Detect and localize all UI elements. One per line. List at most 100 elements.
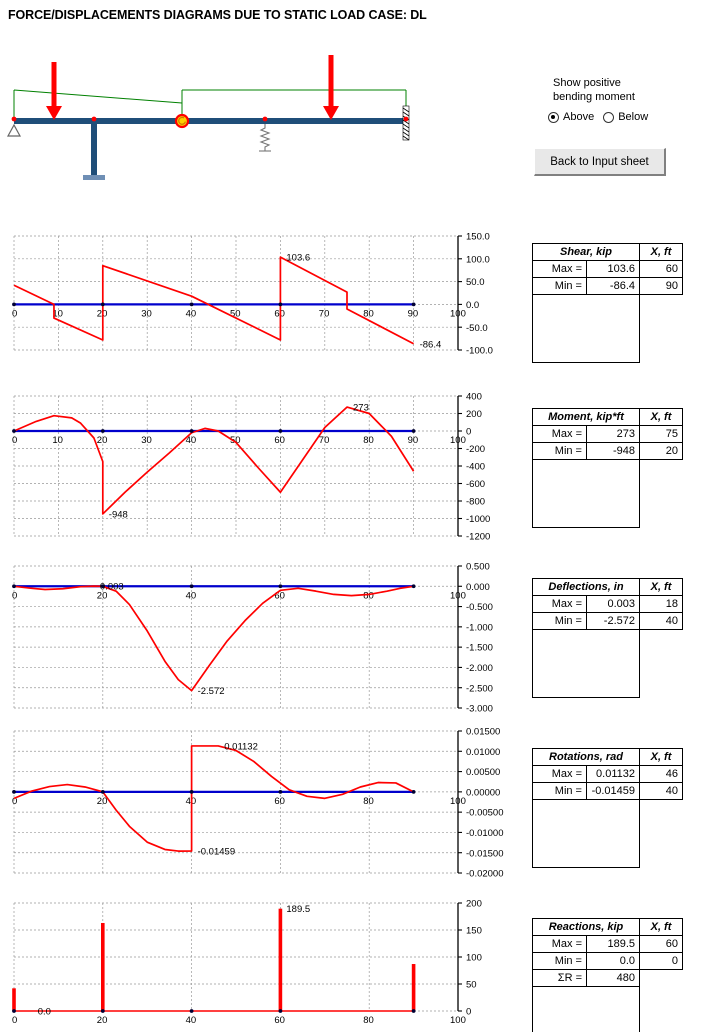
chart-shear: 150.0 100.0 50.0 0.0 -50.0 -100.0 0 10 20 30 40 50 6… (0, 228, 520, 376)
bending-moment-direction-radio-group[interactable]: Above Below (548, 111, 648, 123)
y-tick-label: -600 (466, 479, 485, 490)
value-annotation: 0.01132 (224, 741, 258, 752)
node-marker (278, 584, 283, 589)
table-header-row: Shear, kip X, ft (532, 243, 683, 261)
node-marker (12, 584, 16, 589)
table-filler-row (532, 799, 683, 817)
x-tick-label: 100 (450, 435, 466, 446)
y-tick-label: 0 (466, 1007, 471, 1018)
table-header-title: Rotations, rad (532, 748, 640, 766)
filler-cell (586, 833, 640, 851)
table-rotations: Rotations, rad X, ft Max = 0.01132 46 Min = -0… (532, 748, 683, 868)
beam-model-svg (6, 55, 410, 180)
row-label: Max = (532, 260, 587, 278)
y-tick-label: 0.01500 (466, 727, 500, 738)
page-title: FORCE/DISPLACEMENTS DIAGRAMS DUE TO STAT… (8, 8, 427, 22)
filler-cell (532, 1020, 587, 1032)
y-tick-label: -0.01500 (466, 848, 504, 859)
row-x: 46 (639, 765, 683, 783)
chart-deflections: 0.500 0.000 -0.500 -1.000 -1.500 -2.000 -2.500… (0, 558, 520, 716)
y-tick-label: -0.01000 (466, 828, 504, 839)
row-x: 60 (639, 935, 683, 953)
table-row: ΣR = 480 (532, 969, 683, 987)
rotations-result-table: Rotations, rad X, ft Max = 0.01132 46 Min = -0… (532, 748, 683, 868)
radio-above-label: Above (563, 111, 595, 123)
filler-cell (640, 681, 683, 698)
radio-above[interactable]: Above (548, 111, 594, 123)
table-moment: Moment, kip*ft X, ft Max = 273 75 Min = -948 20 (532, 408, 683, 528)
x-tick-label: 20 (97, 796, 108, 807)
filler-cell (532, 328, 587, 346)
filler-cell (586, 311, 640, 329)
value-annotation: -86.4 (420, 339, 442, 350)
pin-support-icon (6, 123, 22, 137)
row-label: Min = (532, 782, 587, 800)
table-header-x: X, ft (639, 578, 683, 596)
radio-below[interactable]: Below (603, 111, 648, 123)
row-value: 189.5 (586, 935, 640, 953)
reactions-result-table: Reactions, kip X, ft Max = 189.5 60 Min = 0.0 0… (532, 918, 683, 1032)
x-tick-label: 90 (408, 435, 419, 446)
x-tick-label: 70 (319, 308, 330, 319)
x-tick-label: 60 (274, 796, 285, 807)
row-value: 480 (586, 969, 640, 987)
table-row: Max = 0.003 18 (532, 595, 683, 613)
row-label: Min = (532, 277, 587, 295)
x-tick-label: 60 (274, 590, 285, 601)
node-marker (100, 302, 105, 307)
y-tick-label: 100.0 (466, 254, 490, 265)
value-annotation: -2.572 (198, 686, 225, 697)
x-tick-label: 0 (12, 308, 17, 319)
filler-cell (532, 476, 587, 494)
y-tick-label: 50 (466, 980, 477, 991)
x-tick-label: 80 (363, 435, 374, 446)
reaction-bar (411, 964, 416, 1011)
table-header-title: Moment, kip*ft (532, 408, 640, 426)
table-filler-row (532, 680, 683, 698)
x-tick-label: 40 (186, 1015, 197, 1026)
reaction-bar (12, 988, 16, 1011)
node-marker (189, 789, 194, 794)
fixed-support-icon (402, 105, 410, 141)
row-x: 40 (639, 782, 683, 800)
x-tick-label: 30 (141, 308, 152, 319)
back-to-input-sheet-button[interactable]: Back to Input sheet (534, 148, 666, 176)
filler-cell (586, 476, 640, 494)
row-value: -2.572 (586, 612, 640, 630)
x-tick-label: 0 (12, 435, 17, 446)
moment-result-table: Moment, kip*ft X, ft Max = 273 75 Min = -948 20 (532, 408, 683, 528)
value-annotation: 189.5 (286, 904, 310, 915)
table-row: Max = 103.6 60 (532, 260, 683, 278)
chart-rotations: 0.01500 0.01000 0.00500 0.00000 -0.00500 -0.0… (0, 723, 520, 883)
row-label: Max = (532, 425, 587, 443)
y-tick-label: 0.00500 (466, 767, 500, 778)
radio-unselected-icon[interactable] (603, 111, 615, 123)
filler-cell (586, 493, 640, 511)
y-tick-label: 0.00000 (466, 787, 500, 798)
node-marker (189, 302, 194, 307)
row-x: 60 (639, 260, 683, 278)
row-label: Max = (532, 595, 587, 613)
table-filler-row (532, 510, 683, 528)
value-annotation: 273 (353, 403, 369, 414)
y-tick-label: 200 (466, 899, 482, 910)
value-annotation: 0.0 (38, 1007, 51, 1018)
beam-member (14, 118, 406, 124)
table-filler-row (532, 816, 683, 834)
row-label: ΣR = (532, 969, 587, 987)
table-shear: Shear, kip X, ft Max = 103.6 60 Min = -86.4 90 (532, 243, 683, 363)
node-marker (411, 429, 416, 433)
y-tick-label: -3.000 (466, 704, 493, 715)
x-tick-label: 30 (141, 435, 152, 446)
radio-selected-icon[interactable] (548, 111, 559, 123)
row-x: 20 (639, 442, 683, 460)
y-tick-label: -0.500 (466, 602, 493, 613)
node-marker (411, 302, 416, 307)
table-filler-row (532, 986, 683, 1004)
filler-cell (586, 459, 640, 477)
filler-cell (586, 680, 640, 698)
node-marker (189, 429, 194, 433)
node-marker (12, 1009, 16, 1013)
filler-cell (532, 510, 587, 528)
column-base-plate (83, 175, 105, 180)
